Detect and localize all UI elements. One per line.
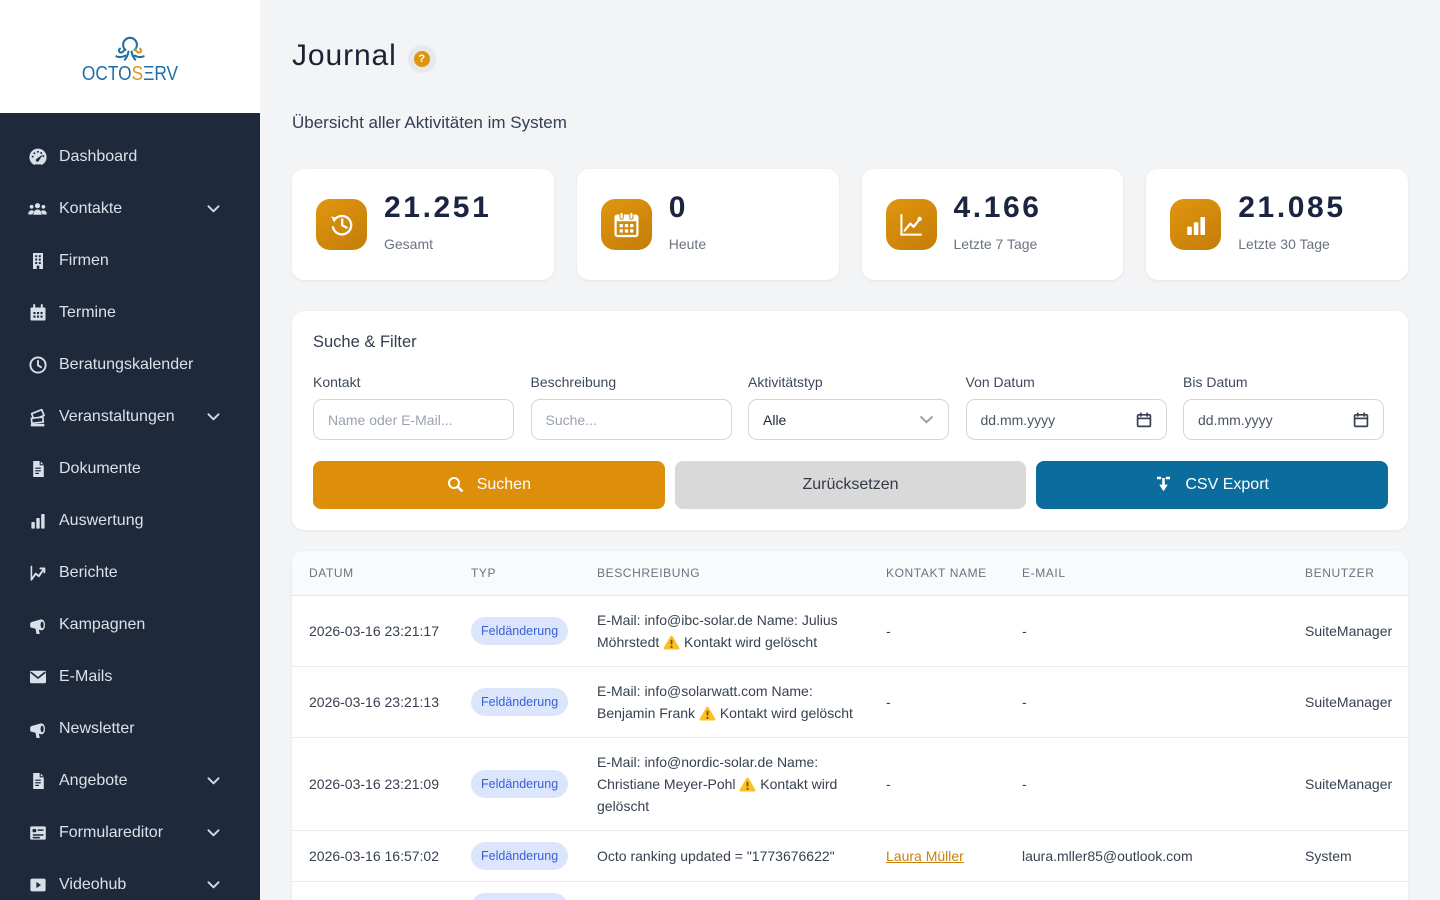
svg-text:OCTOSΞRV: OCTOSΞRV	[82, 61, 179, 83]
